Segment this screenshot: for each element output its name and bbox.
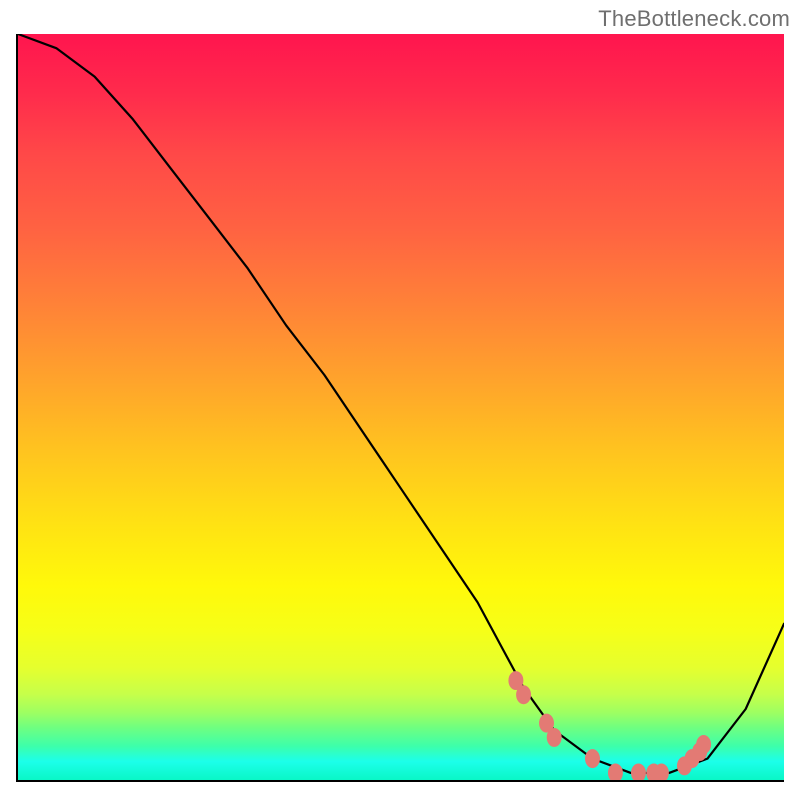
data-marker [631, 764, 645, 782]
curve-path [18, 34, 784, 773]
data-marker [547, 728, 561, 746]
data-marker [654, 764, 668, 782]
chart-svg [18, 34, 784, 780]
data-marker [517, 686, 531, 704]
data-marker [608, 764, 622, 782]
watermark-text: TheBottleneck.com [598, 6, 790, 32]
data-marker [586, 750, 600, 768]
data-marker [697, 736, 711, 754]
chart-container: TheBottleneck.com [0, 0, 800, 800]
plot-area [16, 34, 784, 782]
